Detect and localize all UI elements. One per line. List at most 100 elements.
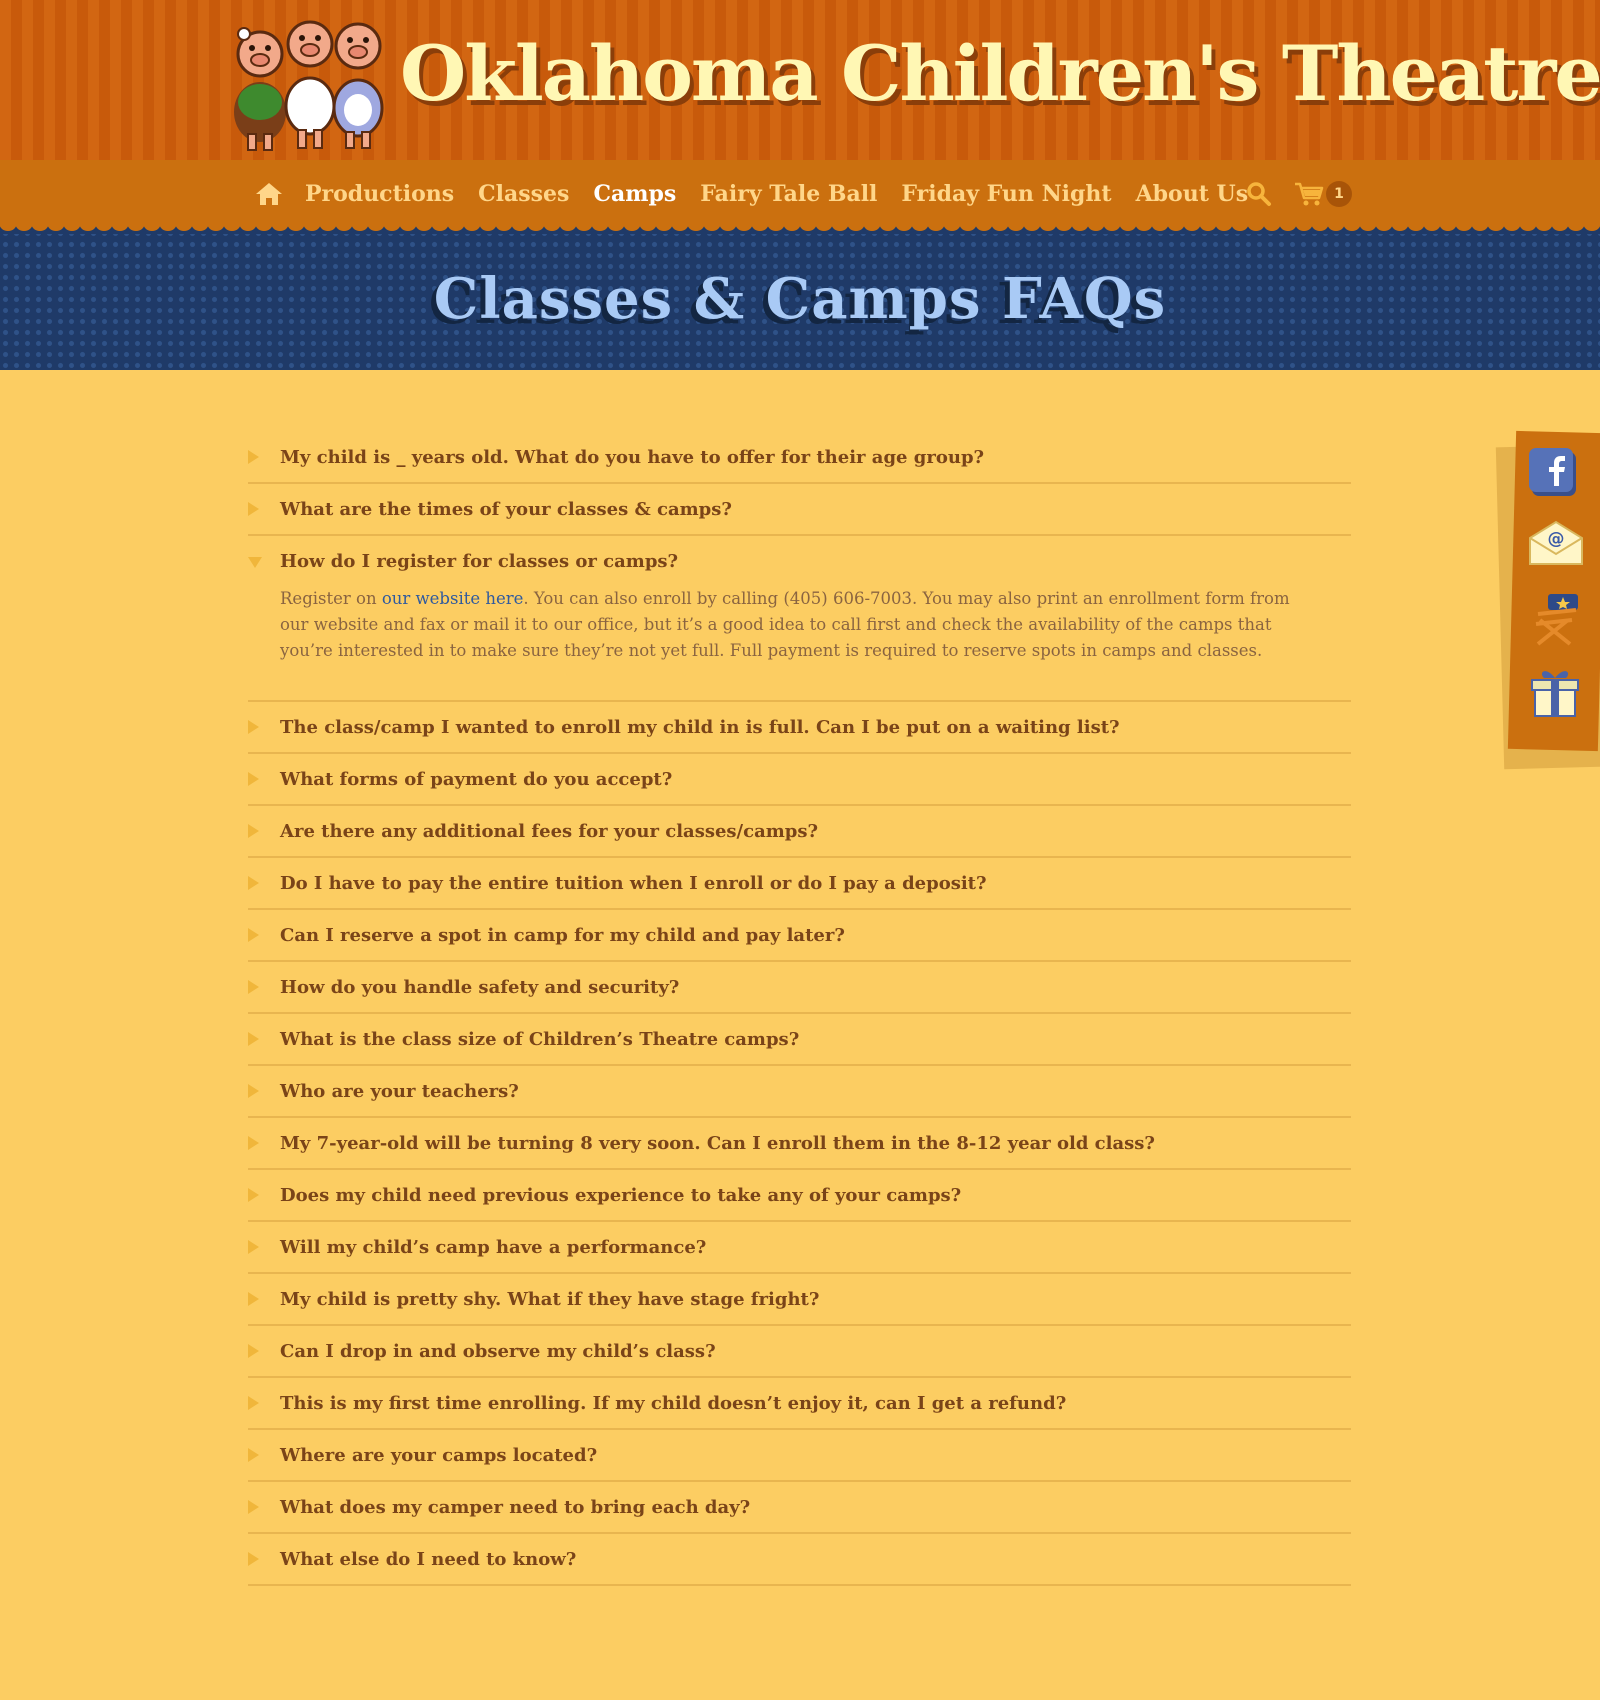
caret-right-icon [248, 928, 259, 942]
faq-question-toggle[interactable]: Can I reserve a spot in camp for my chil… [248, 910, 1351, 960]
faq-question-text: This is my first time enrolling. If my c… [280, 1392, 1067, 1414]
faq-item: What forms of payment do you accept? [248, 754, 1351, 806]
main-nav: Productions Classes Camps Fairy Tale Bal… [0, 160, 1600, 228]
faq-question-toggle[interactable]: Are there any additional fees for your c… [248, 806, 1351, 856]
faq-question-toggle[interactable]: What forms of payment do you accept? [248, 754, 1351, 804]
faq-question-toggle[interactable]: Who are your teachers? [248, 1066, 1351, 1116]
faq-question-text: What forms of payment do you accept? [280, 768, 673, 790]
faq-question-toggle[interactable]: What are the times of your classes & cam… [248, 484, 1351, 534]
email-icon[interactable]: @ [1526, 516, 1584, 572]
nav-productions[interactable]: Productions [305, 181, 454, 207]
faq-question-toggle[interactable]: Will my child’s camp have a performance? [248, 1222, 1351, 1272]
director-chair-icon[interactable] [1526, 590, 1584, 646]
faq-question-toggle[interactable]: The class/camp I wanted to enroll my chi… [248, 702, 1351, 752]
faq-question-toggle[interactable]: My child is pretty shy. What if they hav… [248, 1274, 1351, 1324]
faq-item: What are the times of your classes & cam… [248, 484, 1351, 536]
faq-item: Who are your teachers? [248, 1066, 1351, 1118]
social-sidebar: @ [1495, 430, 1600, 770]
nav-friday-fun-night[interactable]: Friday Fun Night [901, 181, 1111, 207]
faq-question-text: Where are your camps located? [280, 1444, 598, 1466]
caret-right-icon [248, 1188, 259, 1202]
page-title: Classes & Camps FAQs [433, 266, 1167, 332]
nav-fairy-tale-ball[interactable]: Fairy Tale Ball [700, 181, 877, 207]
faq-question-toggle[interactable]: Can I drop in and observe my child’s cla… [248, 1326, 1351, 1376]
nav-links: Productions Classes Camps Fairy Tale Bal… [255, 160, 1272, 228]
faq-item: What does my camper need to bring each d… [248, 1482, 1351, 1534]
caret-right-icon [248, 772, 259, 786]
gift-icon[interactable] [1526, 664, 1584, 720]
caret-right-icon [248, 502, 259, 516]
faq-question-text: My child is _ years old. What do you hav… [280, 446, 985, 468]
faq-question-text: How do I register for classes or camps? [280, 550, 679, 572]
faq-question-text: What else do I need to know? [280, 1548, 577, 1570]
faq-question-text: What is the class size of Children’s The… [280, 1028, 800, 1050]
faq-question-text: Can I reserve a spot in camp for my chil… [280, 924, 845, 946]
faq-question-toggle[interactable]: How do you handle safety and security? [248, 962, 1351, 1012]
facebook-icon[interactable] [1526, 446, 1584, 502]
faq-question-toggle[interactable]: Does my child need previous experience t… [248, 1170, 1351, 1220]
faq-question-toggle[interactable]: Where are your camps located? [248, 1430, 1351, 1480]
three-pigs-mascot-icon [234, 20, 384, 151]
nav-scallop-divider [0, 224, 1600, 234]
faq-answer: Register on our website here. You can al… [248, 586, 1351, 700]
faq-item: My child is _ years old. What do you hav… [248, 432, 1351, 484]
caret-right-icon [248, 1552, 259, 1566]
caret-right-icon [248, 1344, 259, 1358]
cart-icon[interactable] [1294, 181, 1324, 207]
faq-item-expanded: How do I register for classes or camps? … [248, 536, 1351, 702]
faq-item: Where are your camps located? [248, 1430, 1351, 1482]
register-website-link[interactable]: our website here [382, 589, 524, 608]
caret-right-icon [248, 1292, 259, 1306]
faq-item: Are there any additional fees for your c… [248, 806, 1351, 858]
caret-right-icon [248, 876, 259, 890]
faq-item: Does my child need previous experience t… [248, 1170, 1351, 1222]
home-icon[interactable] [255, 182, 283, 206]
caret-right-icon [248, 1448, 259, 1462]
faq-item: Can I reserve a spot in camp for my chil… [248, 910, 1351, 962]
faq-question-text: My child is pretty shy. What if they hav… [280, 1288, 820, 1310]
faq-question-toggle[interactable]: What is the class size of Children’s The… [248, 1014, 1351, 1064]
site-header: Oklahoma Children's Theatre [0, 0, 1600, 160]
caret-right-icon [248, 824, 259, 838]
caret-right-icon [248, 450, 259, 464]
caret-right-icon [248, 1240, 259, 1254]
caret-right-icon [248, 1500, 259, 1514]
caret-right-icon [248, 980, 259, 994]
faq-question-text: My 7-year-old will be turning 8 very soo… [280, 1132, 1155, 1154]
faq-question-text: What are the times of your classes & cam… [280, 498, 732, 520]
faq-question-toggle[interactable]: My 7-year-old will be turning 8 very soo… [248, 1118, 1351, 1168]
faq-question-toggle[interactable]: My child is _ years old. What do you hav… [248, 432, 1351, 482]
faq-question-toggle[interactable]: What does my camper need to bring each d… [248, 1482, 1351, 1532]
cart-count-badge[interactable]: 1 [1326, 181, 1352, 207]
logo-wordmark: Oklahoma Children's Theatre [400, 29, 1600, 118]
faq-question-toggle[interactable]: How do I register for classes or camps? [248, 536, 1351, 586]
faq-question-text: Will my child’s camp have a performance? [280, 1236, 707, 1258]
faq-item: Do I have to pay the entire tuition when… [248, 858, 1351, 910]
faq-item: This is my first time enrolling. If my c… [248, 1378, 1351, 1430]
nav-classes[interactable]: Classes [478, 181, 569, 207]
caret-right-icon [248, 1136, 259, 1150]
faq-item: What else do I need to know? [248, 1534, 1351, 1586]
faq-question-toggle[interactable]: This is my first time enrolling. If my c… [248, 1378, 1351, 1428]
search-icon[interactable] [1246, 181, 1272, 207]
faq-question-toggle[interactable]: Do I have to pay the entire tuition when… [248, 858, 1351, 908]
faq-list: My child is _ years old. What do you hav… [248, 432, 1351, 1586]
faq-question-text: The class/camp I wanted to enroll my chi… [280, 716, 1120, 738]
faq-question-text: How do you handle safety and security? [280, 976, 680, 998]
faq-question-text: Can I drop in and observe my child’s cla… [280, 1340, 716, 1362]
nav-camps[interactable]: Camps [593, 181, 676, 207]
caret-right-icon [248, 1396, 259, 1410]
faq-question-text: What does my camper need to bring each d… [280, 1496, 751, 1518]
nav-tools: 1 [1246, 160, 1352, 228]
site-logo[interactable]: Oklahoma Children's Theatre [222, 14, 1600, 152]
caret-down-icon [248, 557, 262, 568]
faq-question-text: Do I have to pay the entire tuition when… [280, 872, 987, 894]
nav-about-us[interactable]: About Us [1136, 181, 1249, 207]
faq-item: My child is pretty shy. What if they hav… [248, 1274, 1351, 1326]
faq-question-toggle[interactable]: What else do I need to know? [248, 1534, 1351, 1584]
faq-question-text: Are there any additional fees for your c… [280, 820, 819, 842]
page-banner: Classes & Camps FAQs [0, 228, 1600, 370]
faq-item: My 7-year-old will be turning 8 very soo… [248, 1118, 1351, 1170]
caret-right-icon [248, 720, 259, 734]
faq-item: The class/camp I wanted to enroll my chi… [248, 702, 1351, 754]
